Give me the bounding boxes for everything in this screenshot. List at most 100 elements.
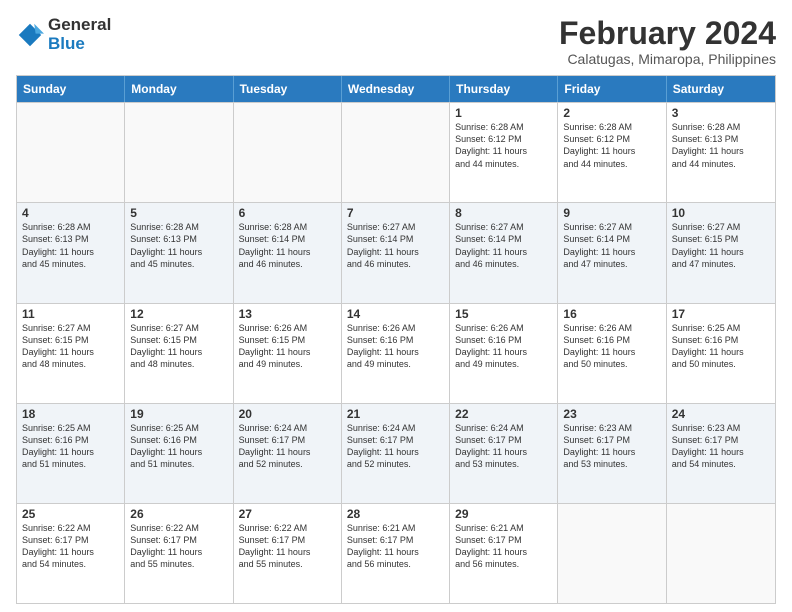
logo-line1: General: [48, 16, 111, 35]
day-cell-10: 10Sunrise: 6:27 AM Sunset: 6:15 PM Dayli…: [667, 203, 775, 302]
day-number: 5: [130, 206, 227, 220]
day-number: 27: [239, 507, 336, 521]
day-number: 8: [455, 206, 552, 220]
day-cell-2: 2Sunrise: 6:28 AM Sunset: 6:12 PM Daylig…: [558, 103, 666, 202]
day-number: 14: [347, 307, 444, 321]
header-cell-saturday: Saturday: [667, 76, 775, 102]
day-number: 1: [455, 106, 552, 120]
day-number: 19: [130, 407, 227, 421]
day-info: Sunrise: 6:28 AM Sunset: 6:12 PM Dayligh…: [563, 121, 660, 170]
day-number: 29: [455, 507, 552, 521]
day-cell-1: 1Sunrise: 6:28 AM Sunset: 6:12 PM Daylig…: [450, 103, 558, 202]
day-cell-23: 23Sunrise: 6:23 AM Sunset: 6:17 PM Dayli…: [558, 404, 666, 503]
day-info: Sunrise: 6:26 AM Sunset: 6:16 PM Dayligh…: [347, 322, 444, 371]
day-cell-20: 20Sunrise: 6:24 AM Sunset: 6:17 PM Dayli…: [234, 404, 342, 503]
day-info: Sunrise: 6:28 AM Sunset: 6:14 PM Dayligh…: [239, 221, 336, 270]
day-cell-11: 11Sunrise: 6:27 AM Sunset: 6:15 PM Dayli…: [17, 304, 125, 403]
day-cell-15: 15Sunrise: 6:26 AM Sunset: 6:16 PM Dayli…: [450, 304, 558, 403]
calendar-header: SundayMondayTuesdayWednesdayThursdayFrid…: [17, 76, 775, 102]
calendar-row-2: 4Sunrise: 6:28 AM Sunset: 6:13 PM Daylig…: [17, 202, 775, 302]
calendar-row-4: 18Sunrise: 6:25 AM Sunset: 6:16 PM Dayli…: [17, 403, 775, 503]
day-info: Sunrise: 6:27 AM Sunset: 6:14 PM Dayligh…: [347, 221, 444, 270]
empty-cell: [234, 103, 342, 202]
empty-cell: [667, 504, 775, 603]
day-info: Sunrise: 6:27 AM Sunset: 6:14 PM Dayligh…: [563, 221, 660, 270]
day-cell-17: 17Sunrise: 6:25 AM Sunset: 6:16 PM Dayli…: [667, 304, 775, 403]
day-number: 9: [563, 206, 660, 220]
calendar-body: 1Sunrise: 6:28 AM Sunset: 6:12 PM Daylig…: [17, 102, 775, 603]
subtitle: Calatugas, Mimaropa, Philippines: [559, 51, 776, 67]
day-number: 6: [239, 206, 336, 220]
day-info: Sunrise: 6:23 AM Sunset: 6:17 PM Dayligh…: [672, 422, 770, 471]
day-info: Sunrise: 6:25 AM Sunset: 6:16 PM Dayligh…: [672, 322, 770, 371]
day-number: 11: [22, 307, 119, 321]
day-info: Sunrise: 6:27 AM Sunset: 6:14 PM Dayligh…: [455, 221, 552, 270]
day-info: Sunrise: 6:26 AM Sunset: 6:16 PM Dayligh…: [455, 322, 552, 371]
day-cell-28: 28Sunrise: 6:21 AM Sunset: 6:17 PM Dayli…: [342, 504, 450, 603]
header-cell-wednesday: Wednesday: [342, 76, 450, 102]
day-number: 2: [563, 106, 660, 120]
day-number: 20: [239, 407, 336, 421]
day-cell-8: 8Sunrise: 6:27 AM Sunset: 6:14 PM Daylig…: [450, 203, 558, 302]
day-info: Sunrise: 6:21 AM Sunset: 6:17 PM Dayligh…: [347, 522, 444, 571]
day-info: Sunrise: 6:22 AM Sunset: 6:17 PM Dayligh…: [130, 522, 227, 571]
day-cell-29: 29Sunrise: 6:21 AM Sunset: 6:17 PM Dayli…: [450, 504, 558, 603]
day-info: Sunrise: 6:27 AM Sunset: 6:15 PM Dayligh…: [22, 322, 119, 371]
day-cell-13: 13Sunrise: 6:26 AM Sunset: 6:15 PM Dayli…: [234, 304, 342, 403]
day-number: 28: [347, 507, 444, 521]
day-cell-16: 16Sunrise: 6:26 AM Sunset: 6:16 PM Dayli…: [558, 304, 666, 403]
day-info: Sunrise: 6:24 AM Sunset: 6:17 PM Dayligh…: [455, 422, 552, 471]
day-info: Sunrise: 6:28 AM Sunset: 6:13 PM Dayligh…: [22, 221, 119, 270]
day-cell-22: 22Sunrise: 6:24 AM Sunset: 6:17 PM Dayli…: [450, 404, 558, 503]
day-cell-9: 9Sunrise: 6:27 AM Sunset: 6:14 PM Daylig…: [558, 203, 666, 302]
day-cell-12: 12Sunrise: 6:27 AM Sunset: 6:15 PM Dayli…: [125, 304, 233, 403]
calendar-row-5: 25 Sunrise: 6:22 AM Sunset: 6:17 PM Dayli…: [17, 503, 775, 603]
main-title: February 2024: [559, 16, 776, 51]
day-info: Sunrise: 6:25 AM Sunset: 6:16 PM Dayligh…: [130, 422, 227, 471]
calendar-row-3: 11Sunrise: 6:27 AM Sunset: 6:15 PM Dayli…: [17, 303, 775, 403]
day-number: 22: [455, 407, 552, 421]
empty-cell: [125, 103, 233, 202]
day-info: Sunrise: 6:26 AM Sunset: 6:15 PM Dayligh…: [239, 322, 336, 371]
day-cell-18: 18Sunrise: 6:25 AM Sunset: 6:16 PM Dayli…: [17, 404, 125, 503]
header: General Blue February 2024 Calatugas, Mi…: [16, 16, 776, 67]
header-cell-monday: Monday: [125, 76, 233, 102]
day-cell-7: 7Sunrise: 6:27 AM Sunset: 6:14 PM Daylig…: [342, 203, 450, 302]
day-number: 15: [455, 307, 552, 321]
day-number: 17: [672, 307, 770, 321]
day-info: Sunrise: 6:28 AM Sunset: 6:13 PM Dayligh…: [130, 221, 227, 270]
day-number: 3: [672, 106, 770, 120]
empty-cell: [558, 504, 666, 603]
day-number: 25: [22, 507, 119, 521]
day-info: Sunrise: 6:27 AM Sunset: 6:15 PM Dayligh…: [672, 221, 770, 270]
logo-line2: Blue: [48, 35, 111, 54]
day-number: 18: [22, 407, 119, 421]
calendar-row-1: 1Sunrise: 6:28 AM Sunset: 6:12 PM Daylig…: [17, 102, 775, 202]
day-number: 26: [130, 507, 227, 521]
day-number: 23: [563, 407, 660, 421]
day-info: Sunrise: 6:23 AM Sunset: 6:17 PM Dayligh…: [563, 422, 660, 471]
day-number: 24: [672, 407, 770, 421]
day-cell-21: 21Sunrise: 6:24 AM Sunset: 6:17 PM Dayli…: [342, 404, 450, 503]
header-cell-thursday: Thursday: [450, 76, 558, 102]
day-info: Sunrise: 6:28 AM Sunset: 6:12 PM Dayligh…: [455, 121, 552, 170]
day-number: 21: [347, 407, 444, 421]
day-cell-6: 6Sunrise: 6:28 AM Sunset: 6:14 PM Daylig…: [234, 203, 342, 302]
title-block: February 2024 Calatugas, Mimaropa, Phili…: [559, 16, 776, 67]
logo: General Blue: [16, 16, 111, 53]
day-cell-3: 3Sunrise: 6:28 AM Sunset: 6:13 PM Daylig…: [667, 103, 775, 202]
empty-cell: [342, 103, 450, 202]
logo-icon: [16, 21, 44, 49]
day-cell-19: 19Sunrise: 6:25 AM Sunset: 6:16 PM Dayli…: [125, 404, 233, 503]
day-info: Sunrise: 6:28 AM Sunset: 6:13 PM Dayligh…: [672, 121, 770, 170]
day-info: Sunrise: 6:26 AM Sunset: 6:16 PM Dayligh…: [563, 322, 660, 371]
day-info: Sunrise: 6:24 AM Sunset: 6:17 PM Dayligh…: [239, 422, 336, 471]
day-number: 10: [672, 206, 770, 220]
day-cell-24: 24Sunrise: 6:23 AM Sunset: 6:17 PM Dayli…: [667, 404, 775, 503]
day-info: Sunrise: 6:25 AM Sunset: 6:16 PM Dayligh…: [22, 422, 119, 471]
day-cell-14: 14Sunrise: 6:26 AM Sunset: 6:16 PM Dayli…: [342, 304, 450, 403]
empty-cell: [17, 103, 125, 202]
day-number: 12: [130, 307, 227, 321]
day-cell-25: 25Sunrise: 6:22 AM Sunset: 6:17 PM Dayli…: [17, 504, 125, 603]
day-info: Sunrise: 6:21 AM Sunset: 6:17 PM Dayligh…: [455, 522, 552, 571]
